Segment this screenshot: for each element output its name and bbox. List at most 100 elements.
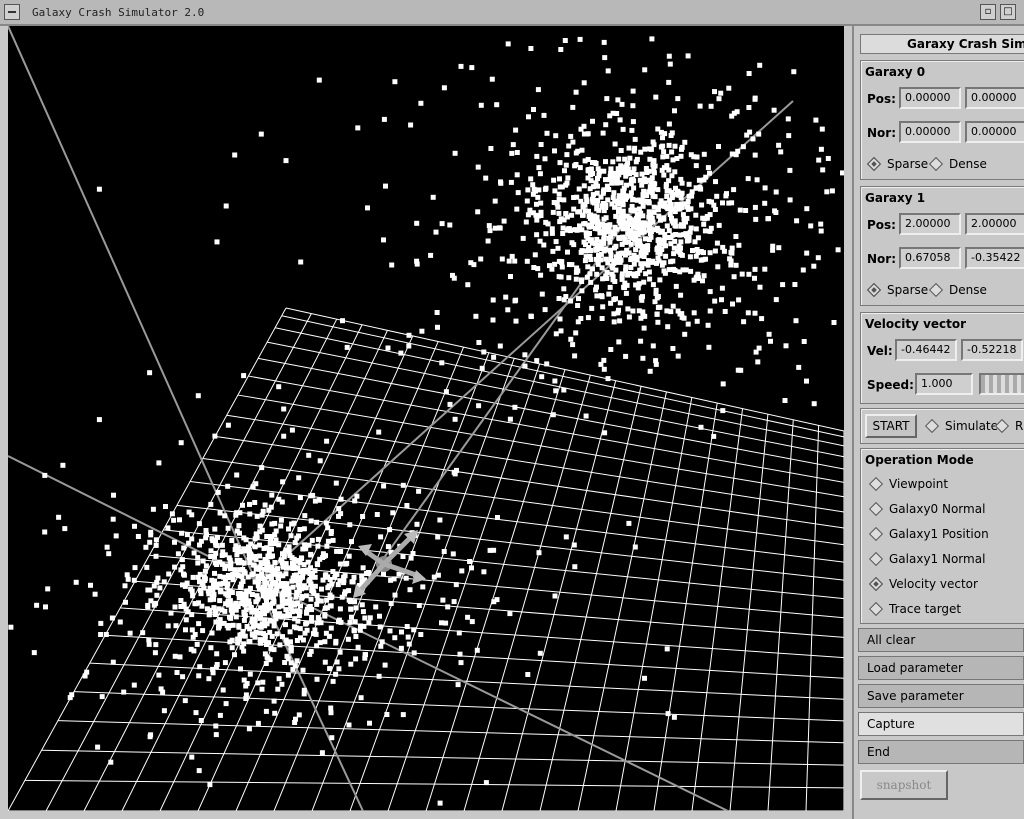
galaxy1-dense-radio[interactable]: Dense — [928, 282, 987, 297]
star-particle — [267, 618, 273, 624]
end-button[interactable]: End — [858, 740, 1024, 764]
star-particle — [276, 384, 282, 390]
star-particle — [718, 90, 724, 96]
galaxy1-nor-x-field[interactable]: 0.67058 — [899, 247, 961, 269]
speed-slider[interactable] — [979, 373, 1024, 395]
star-particle — [293, 716, 298, 722]
galaxy0-nor-x-field[interactable]: 0.00000 — [899, 121, 961, 143]
galaxy1-pos-x-field[interactable]: 2.00000 — [899, 213, 961, 235]
capture-button[interactable]: Capture — [858, 712, 1024, 736]
star-particle — [312, 627, 318, 633]
star-particle — [728, 258, 734, 264]
star-particle — [555, 204, 561, 210]
scene-svg[interactable] — [8, 26, 844, 811]
star-particle — [346, 597, 352, 603]
star-particle — [411, 627, 417, 633]
star-particle — [247, 671, 253, 677]
star-particle — [232, 152, 238, 158]
star-particle — [308, 596, 314, 602]
star-particle — [110, 659, 116, 665]
velocity-y-field[interactable]: -0.52218 — [961, 339, 1023, 361]
speed-field[interactable]: 1.000 — [915, 373, 973, 395]
star-particle — [603, 215, 609, 221]
mode-velocity-vector-radio[interactable]: Velocity vector — [868, 576, 978, 591]
star-particle — [259, 686, 265, 692]
star-particle — [208, 501, 214, 507]
arrows-gizmo-icon[interactable] — [353, 530, 426, 598]
grid-line — [729, 414, 769, 811]
galaxy0-sparse-radio[interactable]: Sparse — [866, 156, 928, 171]
star-particle — [528, 176, 534, 182]
mode-trace-target-radio[interactable]: Trace target — [868, 601, 961, 616]
star-particle — [811, 401, 817, 407]
galaxy1-nor-y-field[interactable]: -0.35422 — [965, 247, 1024, 269]
star-particle — [262, 633, 268, 638]
star-particle — [656, 228, 661, 234]
star-particle — [450, 551, 456, 557]
star-particle — [787, 167, 793, 173]
star-particle — [222, 513, 228, 519]
snapshot-button[interactable]: snapshot — [860, 770, 948, 800]
star-particle — [200, 558, 206, 564]
star-particle — [406, 343, 412, 349]
galaxy1-sparse-radio[interactable]: Sparse — [866, 282, 928, 297]
star-particle — [333, 571, 338, 577]
galaxy0-pos-y-field[interactable]: 0.00000 — [965, 87, 1024, 109]
save-parameter-button[interactable]: Save parameter — [858, 684, 1024, 708]
star-particle — [147, 539, 153, 545]
star-particle — [733, 234, 739, 239]
star-particle — [570, 139, 576, 145]
star-particle — [378, 534, 384, 540]
grid-line — [767, 419, 794, 811]
start-button[interactable]: START — [865, 414, 917, 438]
star-particle — [639, 245, 645, 250]
mode-viewpoint-radio[interactable]: Viewpoint — [868, 476, 948, 491]
star-particle — [269, 492, 275, 498]
star-particle — [132, 565, 138, 571]
simulate-radio[interactable]: Simulate — [924, 418, 998, 433]
maximize-icon[interactable]: □ — [1000, 4, 1016, 20]
window-menu-icon[interactable] — [4, 4, 20, 20]
r-radio[interactable]: R — [994, 418, 1023, 433]
galaxy0-nor-y-field[interactable]: 0.00000 — [965, 121, 1024, 143]
star-particle — [481, 349, 487, 355]
star-particle — [247, 501, 252, 507]
galaxy1-pos-y-field[interactable]: 2.00000 — [965, 213, 1024, 235]
galaxy0-pos-x-field[interactable]: 0.00000 — [899, 87, 961, 109]
mode-galaxy1-normal-radio[interactable]: Galaxy1 Normal — [868, 551, 985, 566]
velocity-x-field[interactable]: -0.46442 — [895, 339, 957, 361]
star-particle — [695, 271, 701, 277]
star-particle — [730, 301, 735, 307]
load-parameter-button[interactable]: Load parameter — [858, 656, 1024, 680]
star-particle — [574, 265, 580, 271]
star-particle — [618, 168, 624, 174]
star-particle — [45, 586, 51, 592]
star-particle — [576, 296, 581, 302]
star-particle — [678, 292, 684, 298]
simulation-viewport[interactable] — [8, 26, 844, 811]
mode-galaxy0-normal-radio[interactable]: Galaxy0 Normal — [868, 501, 985, 516]
star-particle — [561, 197, 567, 203]
star-particle — [333, 480, 339, 486]
star-particle — [441, 85, 447, 91]
star-particle — [347, 522, 353, 528]
star-particle — [131, 682, 137, 688]
all-clear-button[interactable]: All clear — [858, 628, 1024, 652]
star-particle — [82, 673, 88, 679]
star-particle — [625, 272, 631, 278]
star-particle — [103, 632, 109, 637]
star-particle — [404, 624, 410, 629]
star-particle — [110, 516, 116, 522]
star-particle — [308, 518, 314, 524]
galaxy0-dense-radio[interactable]: Dense — [928, 156, 987, 171]
star-particle — [650, 219, 656, 225]
star-particle — [614, 180, 620, 186]
star-particle — [608, 300, 614, 306]
mode-galaxy1-position-radio[interactable]: Galaxy1 Position — [868, 526, 989, 541]
star-particle — [675, 353, 681, 359]
star-particle — [577, 36, 583, 42]
minimize-icon[interactable]: ▫ — [980, 4, 996, 20]
star-particle — [297, 527, 303, 532]
star-particle — [595, 198, 601, 203]
star-particle — [190, 634, 196, 640]
